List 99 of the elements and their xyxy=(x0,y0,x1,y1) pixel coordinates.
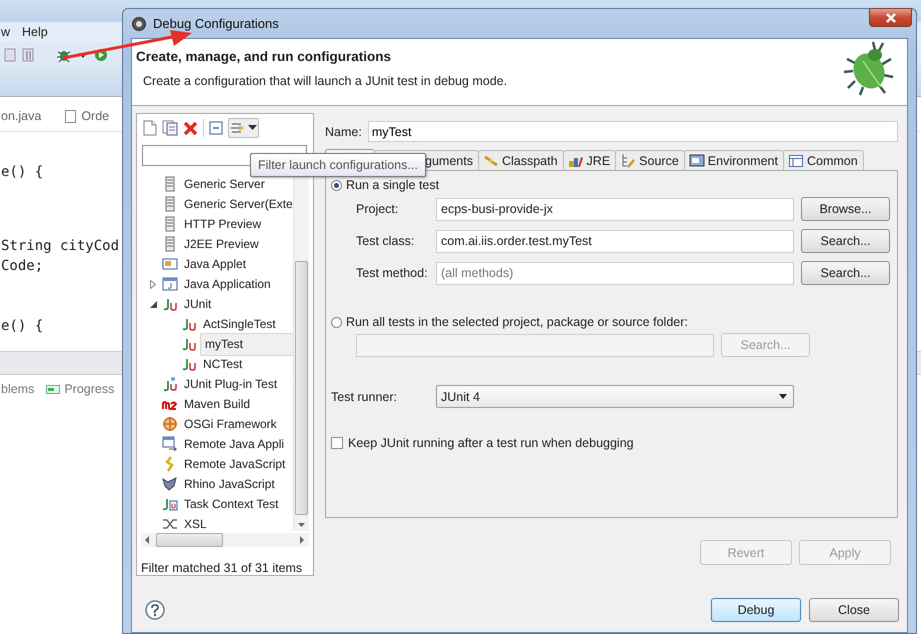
dropdown-icon xyxy=(248,125,257,131)
collapsed-arrow-icon[interactable] xyxy=(150,280,156,288)
close-button[interactable] xyxy=(869,8,912,27)
rhino-icon xyxy=(162,476,178,492)
horizontal-scrollbar[interactable] xyxy=(141,533,309,547)
pilcrow-icon[interactable] xyxy=(22,48,34,62)
dropdown[interactable]: JUnit 4 xyxy=(436,385,794,408)
tree-item[interactable]: NCTest xyxy=(200,355,246,373)
button[interactable]: Close xyxy=(809,598,899,622)
progress-icon xyxy=(46,383,60,395)
button[interactable]: Debug xyxy=(711,598,801,622)
field-label: Project: xyxy=(356,202,400,216)
name-field[interactable]: myTest xyxy=(368,121,898,142)
tree-item[interactable]: Maven Build xyxy=(181,395,254,413)
dropdown-icon xyxy=(779,394,787,399)
collapse-icon xyxy=(209,121,223,135)
duplicate-button[interactable] xyxy=(162,120,178,136)
junit-icon xyxy=(162,296,178,312)
window-icon xyxy=(162,276,178,292)
tree-item[interactable]: Generic Server xyxy=(181,175,268,193)
tab[interactable]: Common xyxy=(782,150,864,170)
button[interactable]: Search... xyxy=(801,261,890,285)
editor-tab[interactable]: on.java xyxy=(1,109,42,123)
tooltip: Filter launch configurations... xyxy=(250,153,426,177)
tree-item[interactable]: Java Application xyxy=(181,275,274,293)
tree-item[interactable]: JUnit xyxy=(181,295,214,313)
junit-icon xyxy=(181,316,197,332)
tab[interactable]: Classpath xyxy=(478,150,564,170)
tree-item[interactable]: HTTP Preview xyxy=(181,215,264,233)
panel-tab[interactable]: Progress xyxy=(64,382,114,396)
code-line: e() { xyxy=(1,164,44,180)
tab[interactable]: JRE xyxy=(562,150,616,170)
delete-button[interactable] xyxy=(183,120,198,136)
tab[interactable]: Environment xyxy=(684,150,784,170)
plugin-icon xyxy=(162,376,178,392)
radio-button[interactable] xyxy=(331,180,342,190)
tree-item[interactable]: OSGi Framework xyxy=(181,415,280,433)
tree-item[interactable]: Remote JavaScript xyxy=(181,455,288,473)
filter-status: Filter matched 31 of 31 items xyxy=(140,560,304,575)
header-message: Create a configuration that will launch a JUnit test in debug mode. xyxy=(143,74,508,88)
radio-label: Run all tests in the selected project, package or source folder: xyxy=(346,315,688,329)
panel-tab[interactable]: blems xyxy=(1,382,34,396)
document-icon xyxy=(143,120,157,136)
applet-icon xyxy=(162,256,178,272)
gear-icon xyxy=(131,16,147,32)
field-label: Test class: xyxy=(356,234,416,248)
tree-item[interactable]: Rhino JavaScript xyxy=(181,475,278,493)
button[interactable]: Browse... xyxy=(801,197,890,221)
window-title: Debug Configurations xyxy=(153,16,279,31)
scroll-down-icon[interactable] xyxy=(298,523,305,528)
text-field[interactable]: com.ai.iis.order.test.myTest xyxy=(436,230,794,252)
tree-item[interactable]: Remote Java Appli xyxy=(181,435,288,453)
tree-item[interactable]: Generic Server(Exte xyxy=(181,195,293,213)
scroll-right-icon[interactable] xyxy=(300,536,305,544)
help-icon xyxy=(145,600,165,620)
radio-label: Run a single test xyxy=(346,178,440,192)
table-icon xyxy=(788,152,804,168)
scroll-left-icon[interactable] xyxy=(145,536,150,544)
field-label: Test method: xyxy=(356,266,429,280)
new-button[interactable] xyxy=(143,120,157,136)
tree-item[interactable]: Task Context Test xyxy=(181,495,282,513)
filter-button[interactable] xyxy=(228,118,259,138)
tree-item[interactable]: myTest xyxy=(200,332,293,356)
remote-window-icon xyxy=(162,436,178,452)
target-icon xyxy=(162,416,178,432)
environment-icon xyxy=(688,152,705,168)
code-line: String cityCod xyxy=(1,238,120,254)
tree-item[interactable]: Java Applet xyxy=(181,255,250,273)
editor-tab[interactable]: Orde xyxy=(81,109,110,123)
code-line: Code; xyxy=(1,258,44,274)
tree-item[interactable]: ActSingleTest xyxy=(200,315,279,333)
junit-icon xyxy=(181,336,197,352)
button[interactable]: Search... xyxy=(801,229,890,253)
menu-item[interactable]: w xyxy=(1,25,10,39)
help-button[interactable] xyxy=(145,600,165,620)
name-label: Name: xyxy=(325,124,362,138)
header-title: Create, manage, and run configurations xyxy=(136,49,392,64)
field-label: Test runner: xyxy=(331,390,398,404)
expanded-arrow-icon[interactable] xyxy=(150,300,156,308)
junit-icon xyxy=(181,356,197,372)
code-line: e() { xyxy=(1,318,44,334)
run-icon[interactable] xyxy=(94,48,108,62)
source-icon xyxy=(620,152,636,168)
menu-item[interactable]: Help xyxy=(22,25,48,39)
file-icon xyxy=(65,110,76,122)
tree-item[interactable]: J2EE Preview xyxy=(181,235,262,253)
close-icon xyxy=(884,12,896,22)
copy-icon xyxy=(162,120,178,136)
checkbox[interactable] xyxy=(331,437,343,449)
collapse-button[interactable] xyxy=(209,121,223,135)
task-icon xyxy=(162,496,178,512)
classpath-icon xyxy=(482,152,499,168)
delete-icon xyxy=(183,120,198,136)
tree-item[interactable]: JUnit Plug-in Test xyxy=(181,375,280,393)
tab[interactable]: Source xyxy=(615,150,685,170)
text-field[interactable]: ecps-busi-provide-jx xyxy=(436,198,794,220)
tree-item[interactable]: XSL xyxy=(181,515,210,531)
text-field[interactable]: (all methods) xyxy=(436,262,794,284)
checkbox-label: Keep JUnit running after a test run when debugging xyxy=(348,436,634,450)
